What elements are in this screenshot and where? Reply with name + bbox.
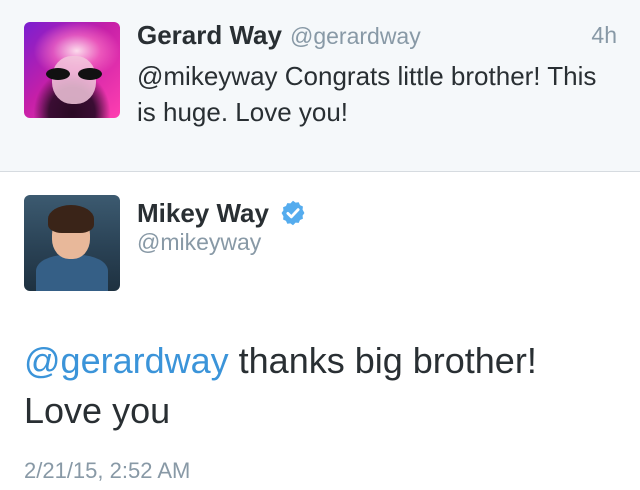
sunglasses-graphic	[46, 68, 102, 80]
avatar-face	[52, 56, 96, 104]
main-tweet-text: @gerardway thanks big brother! Love you	[24, 336, 624, 436]
verified-badge-icon	[281, 200, 305, 226]
main-author-name[interactable]: Mikey Way	[137, 198, 269, 229]
gerard-way-avatar[interactable]	[24, 22, 120, 118]
reply-author-name[interactable]: Gerard Way	[137, 20, 282, 50]
avatar-shirt	[36, 255, 108, 291]
avatar-hair	[48, 205, 94, 233]
reply-tweet[interactable]: Gerard Way @gerardway 4h @mikeyway Congra…	[0, 0, 640, 172]
reply-text: @mikeyway Congrats little brother! This …	[137, 61, 597, 127]
mikey-way-avatar[interactable]	[24, 195, 120, 291]
mention-link[interactable]: @gerardway	[24, 340, 229, 381]
reply-header: Gerard Way @gerardway 4h	[137, 20, 617, 54]
reply-time: 4h	[591, 22, 617, 48]
main-author-handle[interactable]: @mikeyway	[137, 229, 261, 256]
tweet-detail-screen: Gerard Way @gerardway 4h @mikeyway Congra…	[0, 0, 640, 490]
tweet-timestamp: 2/21/15, 2:52 AM	[24, 458, 191, 483]
main-author-row: Mikey Way	[137, 196, 307, 230]
reply-author-handle[interactable]: @gerardway	[290, 23, 421, 49]
